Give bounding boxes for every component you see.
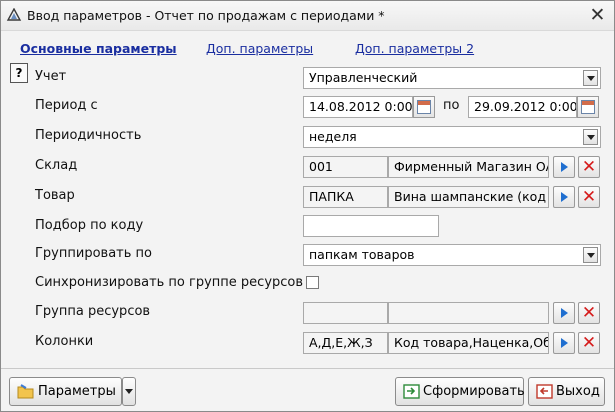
close-icon: ✕ [581, 187, 597, 207]
warehouse-name-field[interactable]: Фирменный Магазин ОАО [388, 156, 549, 178]
close-icon: ✕ [581, 333, 597, 353]
columns-code-field[interactable]: А,Д,Е,Ж,З [303, 332, 388, 354]
resource-group-label: Группа ресурсов [35, 304, 151, 319]
period-from-calendar-button[interactable] [413, 96, 435, 118]
columns-clear-button[interactable]: ✕ [578, 332, 600, 354]
period-from-value: 14.08.2012 0:00 [309, 99, 413, 114]
product-name: Вина шампанские (код 4 [394, 189, 549, 204]
window-title: Ввод параметров - Отчет по продажам с пе… [27, 8, 385, 23]
accounting-value: Управленческий [309, 70, 418, 85]
resource-group-select-button[interactable] [553, 302, 575, 324]
period-to-field[interactable]: 29.09.2012 0:00 [468, 96, 577, 118]
product-label: Товар [35, 188, 75, 203]
periodicity-value: неделя [309, 129, 357, 144]
folder-icon [17, 384, 34, 399]
period-to-calendar-button[interactable] [577, 96, 599, 118]
close-icon: ✕ [581, 157, 597, 177]
product-clear-button[interactable]: ✕ [578, 186, 600, 208]
params-button-label: Параметры [38, 384, 116, 399]
product-select-button[interactable] [553, 186, 575, 208]
period-to-label: по [443, 98, 460, 113]
accounting-label: Учет [35, 69, 67, 84]
exit-button[interactable]: Выход [528, 377, 605, 406]
period-from-field[interactable]: 14.08.2012 0:00 [303, 96, 413, 118]
tab-main-params[interactable]: Основные параметры [20, 41, 177, 56]
footer-divider [1, 368, 614, 369]
accounting-select[interactable]: Управленческий [303, 67, 601, 89]
calendar-icon [417, 100, 431, 114]
columns-name-field[interactable]: Код товара,Наценка,Обс [388, 332, 549, 354]
generate-button[interactable]: Сформировать [395, 377, 525, 406]
period-label: Период с [35, 98, 98, 113]
tab-extra-params[interactable]: Доп. параметры [206, 41, 313, 56]
generate-button-label: Сформировать [423, 384, 525, 399]
tab-extra-params-2[interactable]: Доп. параметры 2 [355, 41, 474, 56]
columns-label: Колонки [35, 334, 94, 349]
app-icon [6, 8, 22, 21]
product-name-field[interactable]: Вина шампанские (код 4 [388, 186, 549, 208]
params-dropdown-button[interactable] [122, 377, 136, 406]
chevron-down-icon[interactable] [583, 129, 598, 145]
close-icon: ✕ [581, 303, 597, 323]
group-by-label: Группировать по [35, 246, 152, 261]
group-by-select[interactable]: папкам товаров [303, 244, 601, 266]
resource-group-clear-button[interactable]: ✕ [578, 302, 600, 324]
close-button[interactable]: ✕ [583, 2, 612, 29]
dialog-window: Ввод параметров - Отчет по продажам с пе… [0, 0, 615, 412]
exit-icon [536, 384, 553, 399]
warehouse-select-button[interactable] [553, 156, 575, 178]
warehouse-code: 001 [309, 159, 333, 174]
calendar-icon [581, 100, 595, 114]
exit-button-label: Выход [556, 384, 600, 399]
generate-report-icon [403, 384, 420, 399]
warehouse-name: Фирменный Магазин ОАО [394, 159, 549, 174]
periodicity-select[interactable]: неделя [303, 126, 601, 148]
code-selection-input[interactable] [303, 215, 439, 237]
warehouse-code-field[interactable]: 001 [303, 156, 388, 178]
group-by-value: папкам товаров [309, 247, 415, 262]
help-button[interactable]: ? [10, 63, 28, 83]
params-button[interactable]: Параметры [9, 377, 122, 406]
warehouse-clear-button[interactable]: ✕ [578, 156, 600, 178]
resource-group-name-field[interactable] [388, 302, 549, 324]
resource-group-code-field[interactable] [303, 302, 388, 324]
columns-name: Код товара,Наценка,Обс [394, 335, 549, 350]
chevron-down-icon [125, 389, 133, 394]
chevron-down-icon[interactable] [583, 247, 598, 263]
columns-select-button[interactable] [553, 332, 575, 354]
sync-label: Синхронизировать по группе ресурсов [35, 275, 304, 290]
sync-checkbox[interactable] [306, 276, 319, 289]
warehouse-label: Склад [35, 158, 78, 173]
periodicity-label: Периодичность [35, 128, 142, 143]
product-code-field[interactable]: ПАПКА [303, 186, 388, 208]
tab-strip: Основные параметры Доп. параметры Доп. п… [1, 41, 614, 59]
period-to-value: 29.09.2012 0:00 [474, 99, 577, 114]
product-code: ПАПКА [309, 189, 354, 204]
code-selection-label: Подбор по коду [35, 218, 144, 233]
chevron-down-icon[interactable] [583, 70, 598, 86]
columns-code: А,Д,Е,Ж,З [309, 335, 373, 350]
title-bar[interactable]: Ввод параметров - Отчет по продажам с пе… [1, 1, 614, 31]
